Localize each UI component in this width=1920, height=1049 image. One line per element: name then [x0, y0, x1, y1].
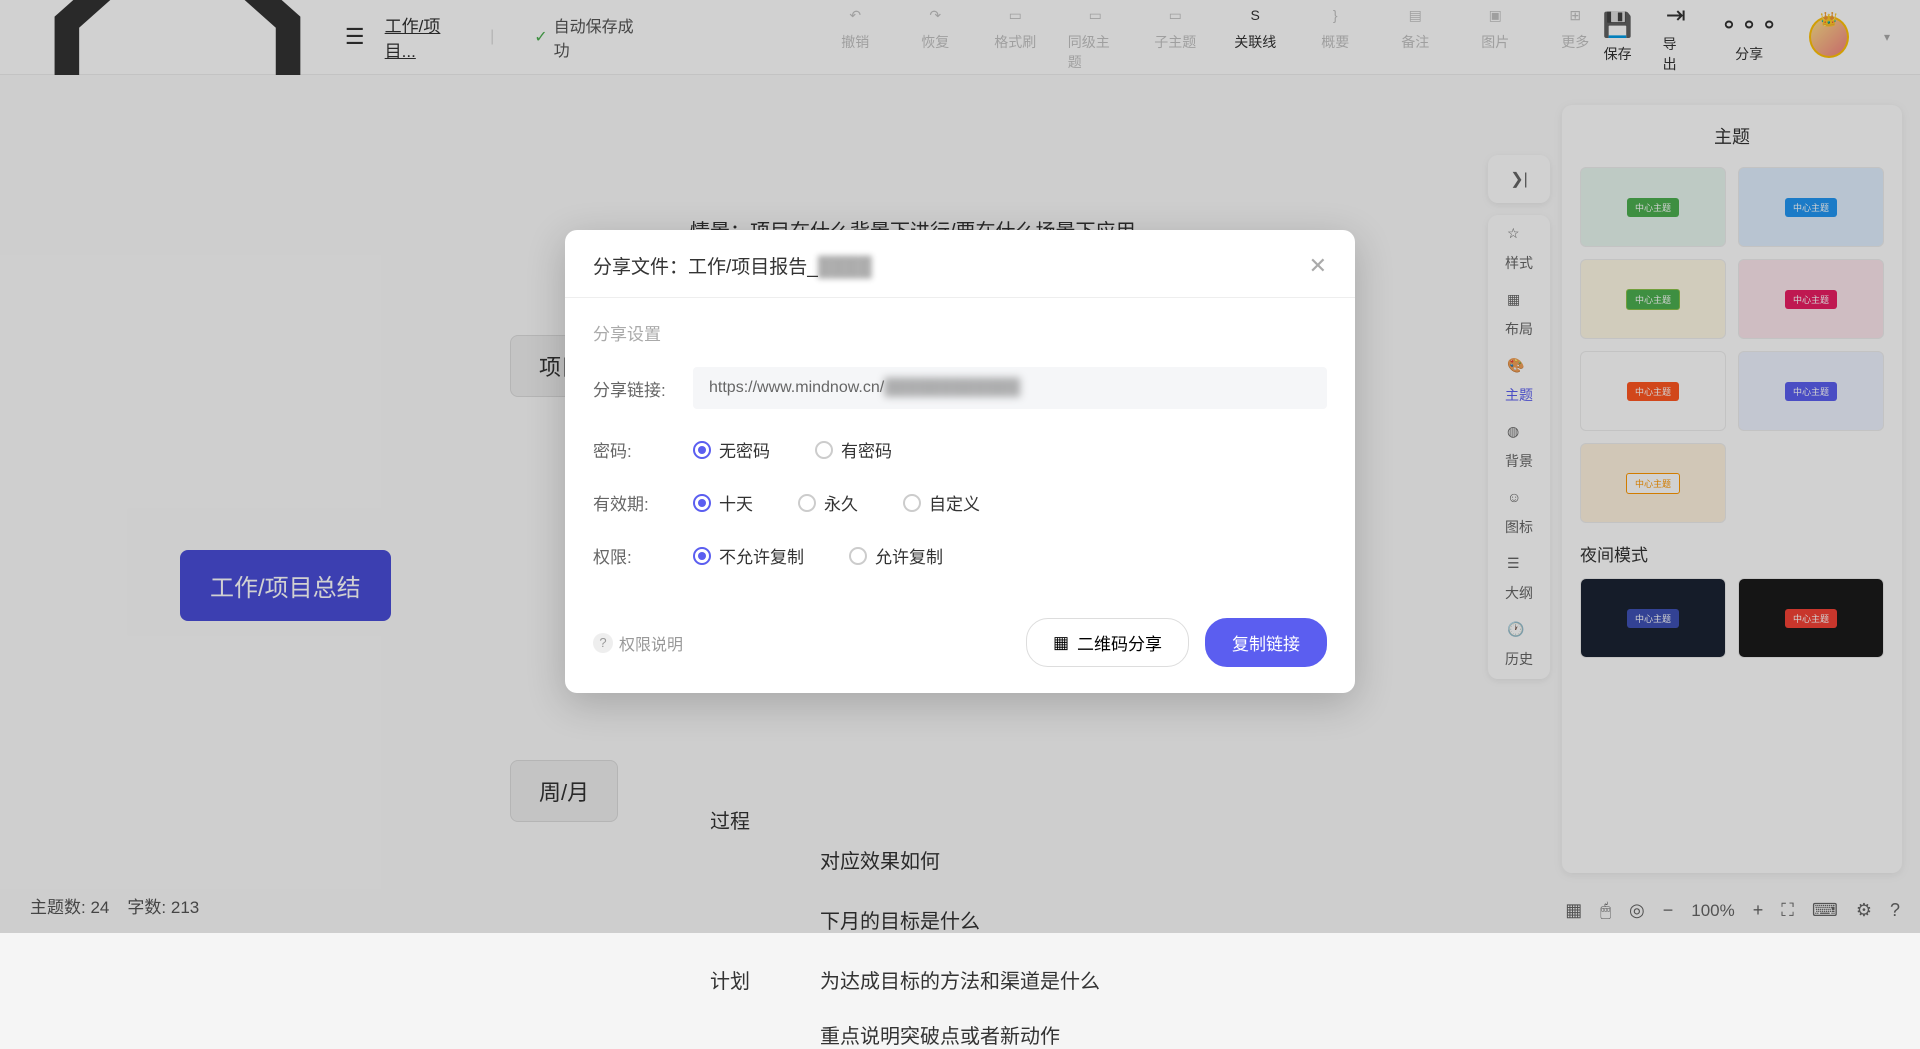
validity-label: 有效期: — [593, 490, 693, 515]
copy-link-button[interactable]: 复制链接 — [1205, 618, 1327, 667]
leaf-node[interactable]: 为达成目标的方法和渠道是什么 — [820, 965, 1100, 994]
modal-overlay[interactable]: 分享文件：工作/项目报告_████ ✕ 分享设置 分享链接: https://w… — [0, 0, 1920, 933]
permission-label: 权限: — [593, 543, 693, 568]
share-settings-title: 分享设置 — [593, 320, 1327, 345]
radio-icon — [903, 494, 921, 512]
password-label: 密码: — [593, 437, 693, 462]
radio-has-password[interactable]: 有密码 — [815, 437, 892, 462]
radio-ten-days[interactable]: 十天 — [693, 490, 753, 515]
leaf-node[interactable]: 计划 — [710, 965, 750, 994]
radio-icon — [815, 441, 833, 459]
question-icon: ? — [593, 633, 613, 653]
modal-title: 分享文件：工作/项目报告_████ — [593, 252, 872, 279]
radio-allow-copy[interactable]: 允许复制 — [849, 543, 943, 568]
radio-no-password[interactable]: 无密码 — [693, 437, 770, 462]
qrcode-share-button[interactable]: ▦二维码分享 — [1026, 618, 1189, 667]
radio-no-copy[interactable]: 不允许复制 — [693, 543, 804, 568]
leaf-node[interactable]: 重点说明突破点或者新动作 — [820, 1020, 1060, 1049]
radio-icon — [693, 441, 711, 459]
link-label: 分享链接: — [593, 376, 693, 401]
radio-icon — [798, 494, 816, 512]
qrcode-icon: ▦ — [1053, 633, 1069, 653]
permission-help-link[interactable]: ?权限说明 — [593, 631, 683, 655]
share-modal: 分享文件：工作/项目报告_████ ✕ 分享设置 分享链接: https://w… — [565, 230, 1355, 693]
radio-icon — [693, 494, 711, 512]
radio-icon — [849, 547, 867, 565]
share-link-input[interactable]: https://www.mindnow.cn/████████████ — [693, 367, 1327, 409]
close-icon[interactable]: ✕ — [1309, 253, 1327, 279]
radio-custom[interactable]: 自定义 — [903, 490, 980, 515]
radio-forever[interactable]: 永久 — [798, 490, 858, 515]
radio-icon — [693, 547, 711, 565]
